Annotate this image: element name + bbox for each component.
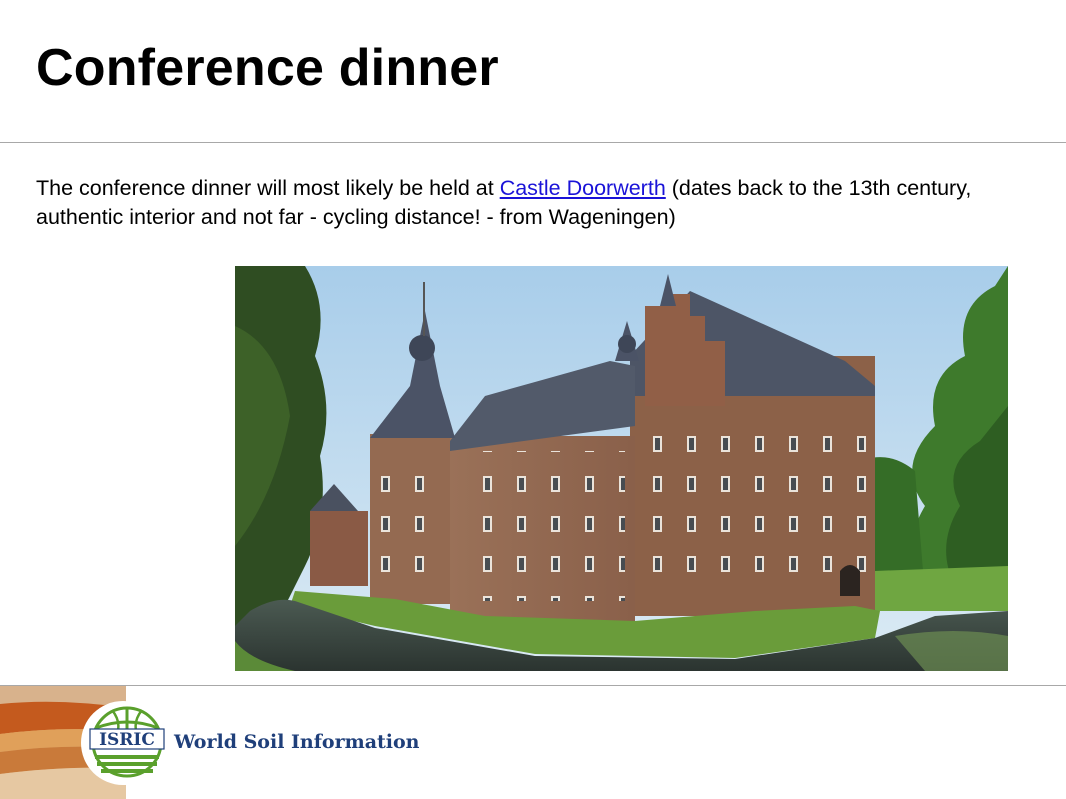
footer-tagline: World Soil Information [174, 731, 420, 753]
title-divider [0, 142, 1066, 143]
slide-title: Conference dinner [36, 39, 499, 97]
footer-divider [0, 685, 1066, 686]
isric-logo: ISRIC [80, 700, 166, 786]
castle-doorwerth-link[interactable]: Castle Doorwerth [500, 176, 666, 200]
castle-photo [235, 266, 1008, 671]
slide-body-text: The conference dinner will most likely b… [36, 174, 1036, 232]
isric-logo-text: ISRIC [99, 730, 155, 750]
body-text-before: The conference dinner will most likely b… [36, 176, 500, 200]
